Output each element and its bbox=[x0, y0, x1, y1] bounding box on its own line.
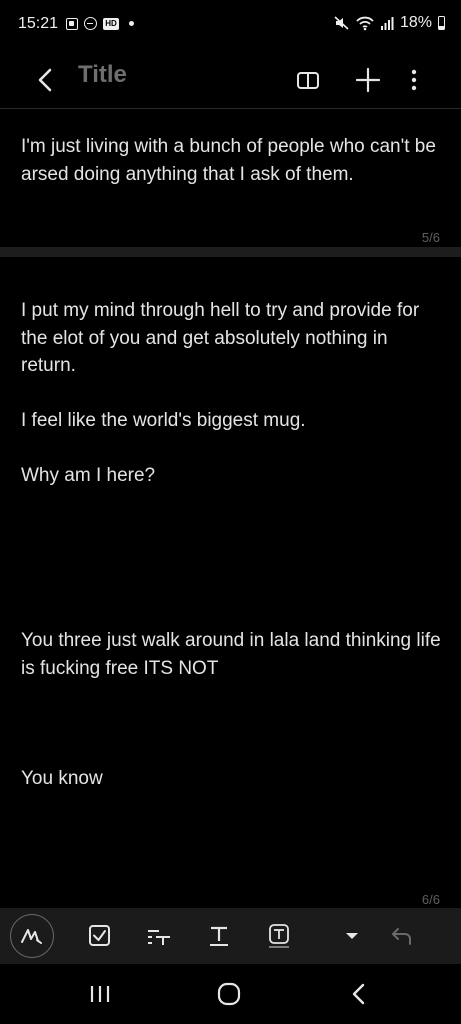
page-text[interactable]: I'm just living with a bunch of people w… bbox=[21, 133, 441, 188]
add-icon bbox=[355, 67, 381, 93]
handwriting-button[interactable] bbox=[10, 914, 54, 958]
text-style-icon bbox=[148, 930, 170, 945]
editing-toolbar bbox=[0, 908, 461, 964]
text-style-button[interactable] bbox=[139, 916, 179, 956]
battery-percentage: 18% bbox=[399, 14, 432, 31]
text-box-button[interactable] bbox=[259, 916, 299, 956]
status-bar: 15:21 HD 18% bbox=[0, 0, 461, 52]
more-options-icon bbox=[411, 69, 417, 91]
note-page-6[interactable]: I put my mind through hell to try and pr… bbox=[0, 257, 461, 908]
handwriting-pen-icon bbox=[21, 929, 42, 944]
page-text[interactable]: I put my mind through hell to try and pr… bbox=[21, 297, 441, 792]
battery-icon bbox=[438, 16, 445, 30]
undo-button[interactable] bbox=[380, 916, 420, 956]
page-number: 5/6 bbox=[421, 230, 440, 245]
note-title[interactable]: Title bbox=[78, 61, 127, 89]
dropdown-arrow-icon bbox=[346, 933, 358, 939]
do-not-disturb-icon bbox=[84, 17, 97, 30]
checkbox-button[interactable] bbox=[80, 916, 120, 956]
more-options-button[interactable] bbox=[396, 60, 432, 100]
home-button[interactable] bbox=[209, 976, 249, 1012]
back-nav-button[interactable] bbox=[339, 976, 379, 1012]
dot-icon bbox=[129, 21, 134, 26]
recent-apps-button[interactable] bbox=[80, 976, 120, 1012]
mute-icon bbox=[334, 16, 349, 30]
back-button[interactable] bbox=[30, 60, 62, 100]
undo-icon bbox=[392, 928, 411, 945]
book-view-button[interactable] bbox=[290, 60, 326, 100]
hd-icon: HD bbox=[103, 17, 119, 30]
signal-icon bbox=[380, 17, 394, 30]
recent-apps-icon bbox=[90, 986, 110, 1002]
page-separator bbox=[0, 247, 461, 257]
page-number: 6/6 bbox=[421, 892, 440, 907]
checkbox-icon bbox=[89, 925, 110, 946]
text-box-icon bbox=[269, 924, 289, 948]
text-underline-icon bbox=[210, 926, 228, 946]
wifi-icon bbox=[356, 16, 374, 31]
status-time: 15:21 bbox=[18, 15, 59, 32]
more-tools-dropdown[interactable] bbox=[332, 916, 372, 956]
book-view-icon bbox=[297, 72, 319, 89]
note-page-5[interactable]: I'm just living with a bunch of people w… bbox=[0, 109, 461, 247]
back-nav-icon bbox=[352, 983, 365, 1005]
add-button[interactable] bbox=[350, 60, 386, 100]
system-navigation-bar bbox=[0, 964, 461, 1024]
home-icon bbox=[217, 982, 241, 1006]
notification-icon bbox=[66, 17, 78, 30]
text-underline-button[interactable] bbox=[199, 916, 239, 956]
app-bar: Title bbox=[0, 52, 461, 108]
back-icon bbox=[38, 68, 52, 92]
